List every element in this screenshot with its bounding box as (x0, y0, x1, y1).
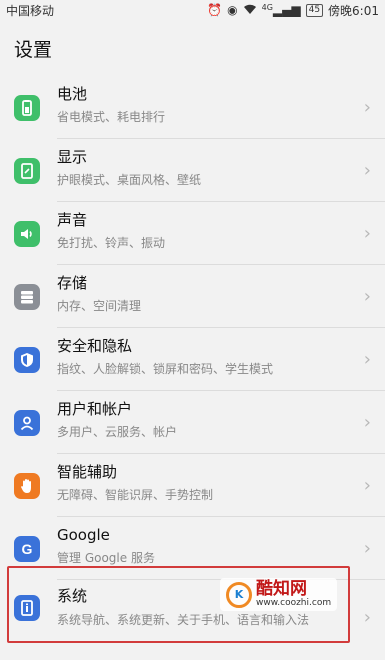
settings-item-subtitle: 多用户、云服务、帐户 (57, 425, 178, 439)
display-icon (14, 157, 40, 184)
wifi-icon (243, 4, 257, 17)
settings-item-subtitle: 护眼模式、桌面风格、壁纸 (57, 173, 202, 187)
chevron-right-icon: › (363, 474, 371, 496)
settings-item-subtitle: 系统导航、系统更新、关于手机、语言和输入法 (57, 613, 310, 627)
settings-item-subtitle: 省电模式、耗电排行 (57, 110, 166, 124)
chevron-right-icon: › (363, 411, 371, 433)
user-icon (14, 409, 40, 436)
settings-item-security[interactable]: 安全和隐私 指纹、人脸解锁、锁屏和密码、学生模式 › (0, 328, 385, 391)
settings-item-subtitle: 内存、空间清理 (57, 299, 142, 313)
settings-item-label: 智能辅助 (57, 463, 118, 481)
settings-item-sound[interactable]: 声音 免打扰、铃声、振动 › (0, 202, 385, 265)
settings-item-google[interactable]: G Google 管理 Google 服务 › (0, 517, 385, 580)
settings-item-label: 声音 (57, 211, 88, 229)
google-icon: G (14, 535, 40, 562)
settings-item-accounts[interactable]: 用户和帐户 多用户、云服务、帐户 › (0, 391, 385, 454)
signal-label: 4G (261, 3, 273, 12)
hand-icon (14, 472, 40, 499)
settings-item-storage[interactable]: 存储 内存、空间清理 › (0, 265, 385, 328)
settings-item-subtitle: 指纹、人脸解锁、锁屏和密码、学生模式 (57, 362, 274, 376)
chevron-right-icon: › (363, 222, 371, 244)
settings-item-battery[interactable]: 电池 省电模式、耗电排行 › (0, 76, 385, 139)
chevron-right-icon: › (363, 537, 371, 559)
settings-item-label: 安全和隐私 (57, 337, 133, 355)
settings-item-label: 显示 (57, 148, 88, 166)
storage-icon (14, 283, 40, 310)
settings-item-label: 用户和帐户 (57, 400, 133, 418)
settings-item-subtitle: 无障碍、智能识屏、手势控制 (57, 488, 214, 502)
chevron-right-icon: › (363, 285, 371, 307)
sound-icon (14, 220, 40, 247)
carrier-label: 中国移动 (6, 3, 55, 18)
battery-icon (14, 94, 40, 121)
page-title: 设置 (14, 38, 53, 61)
eye-icon: ◉ (227, 3, 238, 17)
chevron-right-icon: › (363, 96, 371, 118)
alarm-icon: ⏰ (207, 3, 223, 17)
watermark-name: 酷知网 (256, 579, 307, 599)
watermark-url: www.coozhi.com (256, 598, 332, 608)
chevron-right-icon: › (363, 159, 371, 181)
settings-list: 电池 省电模式、耗电排行 › 显示 护眼模式、桌面风格、壁纸 › 声音 免打扰、… (0, 76, 385, 660)
watermark-logo-icon: K (226, 581, 252, 608)
settings-item-display[interactable]: 显示 护眼模式、桌面风格、壁纸 › (0, 139, 385, 202)
chevron-right-icon: › (363, 607, 371, 628)
settings-item-assist[interactable]: 智能辅助 无障碍、智能识屏、手势控制 › (0, 454, 385, 517)
settings-item-subtitle: 免打扰、铃声、振动 (57, 236, 166, 250)
settings-item-subtitle: 管理 Google 服务 (57, 551, 155, 565)
svg-text:G: G (22, 541, 33, 557)
settings-item-label: 电池 (57, 85, 88, 103)
settings-item-label: Google (57, 526, 110, 544)
watermark: K 酷知网 www.coozhi.com (220, 578, 338, 611)
status-bar: 中国移动 ⏰ ◉ 4G▂▄▆ 45 傍晚6:01 (0, 0, 385, 20)
chevron-right-icon: › (363, 348, 371, 370)
signal-icon: 4G▂▄▆ (261, 3, 301, 17)
system-icon (14, 595, 40, 621)
shield-icon (14, 346, 40, 373)
status-icons: ⏰ ◉ 4G▂▄▆ 45 傍晚6:01 (207, 2, 379, 19)
status-time: 傍晚6:01 (328, 3, 379, 18)
settings-item-label: 存储 (57, 274, 88, 292)
battery-indicator: 45 (305, 3, 324, 17)
